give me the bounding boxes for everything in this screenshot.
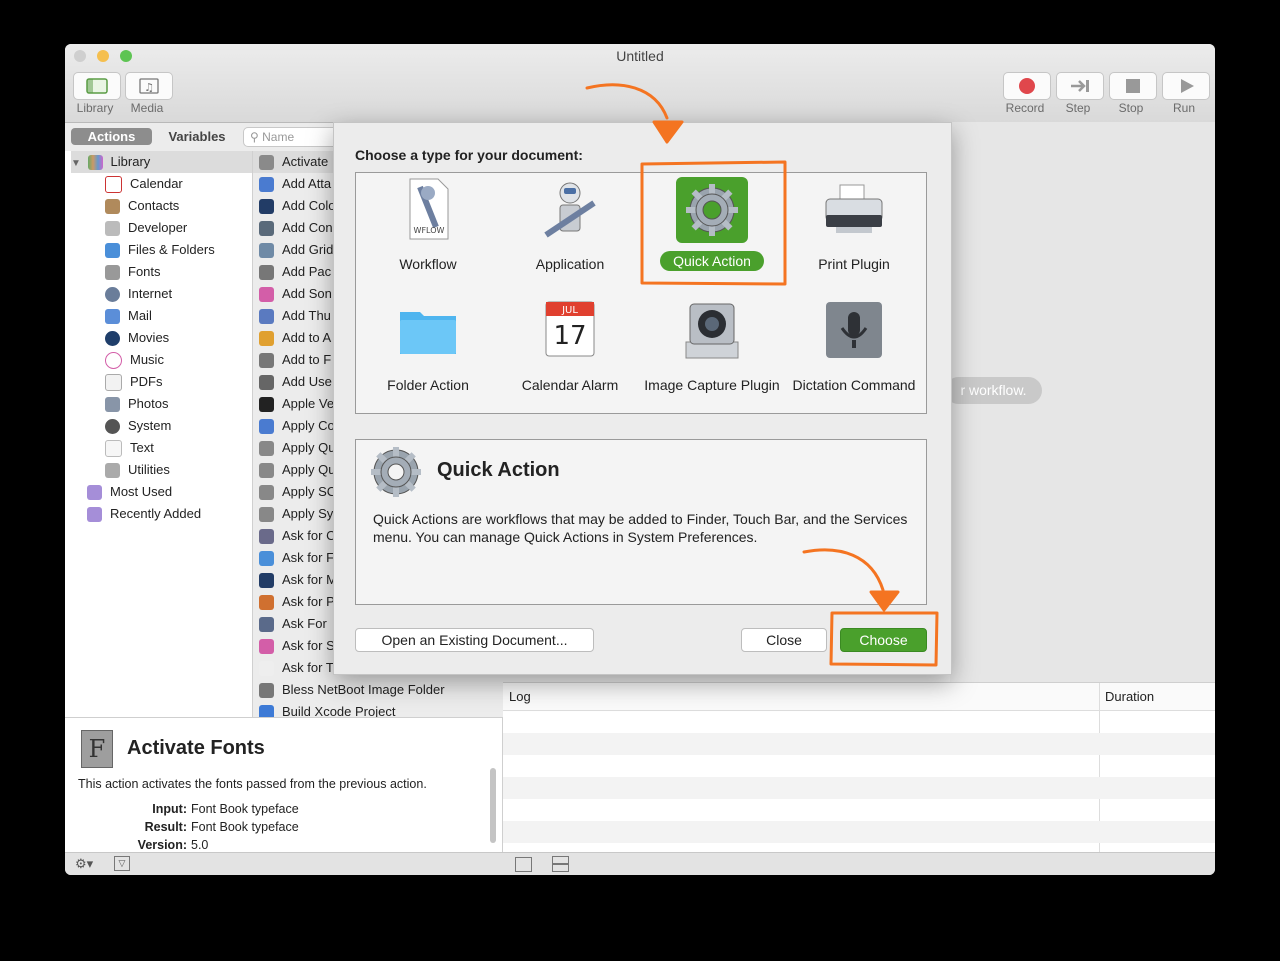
arrow-bottom-icon xyxy=(802,548,885,592)
highlight-choose-button xyxy=(829,611,939,667)
annotation-overlay xyxy=(585,83,939,667)
highlight-quick-action xyxy=(640,160,787,286)
arrow-top-icon xyxy=(585,83,669,120)
